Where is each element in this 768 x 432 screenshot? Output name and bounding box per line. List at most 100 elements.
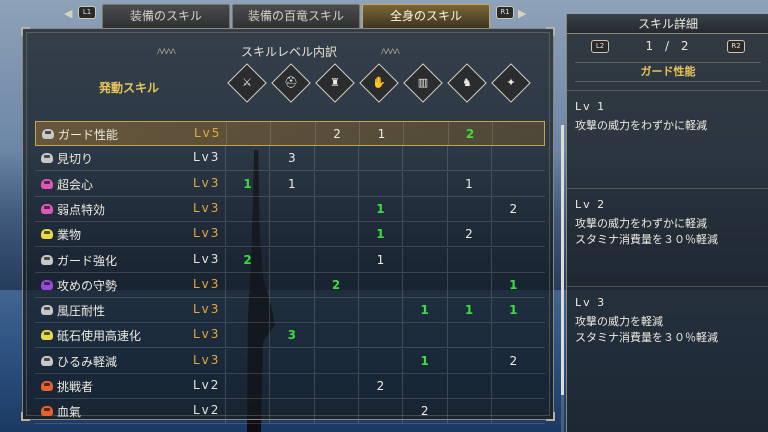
level-desc-line: スタミナ消費量を３０％軽減 [575, 331, 718, 344]
tab-right-arrow-icon[interactable]: ▶ [518, 7, 526, 20]
skill-row[interactable]: ガード性能 Lv5 2 1 2 [35, 121, 545, 146]
tab-left-arrow-icon[interactable]: ◀ [64, 7, 72, 20]
detail-pager: L2 1 / 2 R2 [567, 38, 768, 56]
skill-cell-helm: 1 [269, 171, 313, 196]
skill-icon [41, 254, 53, 265]
skill-level: Lv3 [193, 200, 221, 215]
level-desc-line: 攻撃の威力をわずかに軽減 [575, 119, 707, 132]
skill-cell-chest [313, 171, 358, 196]
level-title: Lv 1 [575, 100, 607, 113]
skill-cell-arms: 1 [357, 222, 402, 247]
scrollbar[interactable] [561, 125, 564, 432]
skill-name: 攻めの守勢 [57, 278, 118, 293]
l1-button-icon[interactable]: L1 [78, 6, 96, 19]
skill-cell-helm [269, 196, 313, 221]
talisman-icon: ✦ [491, 63, 531, 103]
skill-cell-talisman [490, 171, 535, 196]
skill-cell-talisman [491, 122, 536, 146]
arms-icon: ✋ [359, 63, 399, 103]
l2-button-icon[interactable]: L2 [591, 40, 609, 53]
skill-level: Lv3 [193, 251, 221, 266]
skill-row[interactable]: ひるみ軽減 Lv3 1 2 [35, 348, 545, 374]
skill-cell-arms: 1 [357, 247, 402, 272]
level-3-block: Lv 3 攻撃の威力を軽減 スタミナ消費量を３０％軽減 [575, 296, 761, 346]
skill-icon [42, 129, 54, 139]
skill-cell-chest: 2 [313, 272, 358, 297]
skill-row[interactable]: 弱点特効 Lv3 1 2 [35, 196, 545, 222]
skill-cell-helm [269, 399, 313, 424]
skill-icon [41, 203, 53, 214]
level-desc-line: 攻撃の威力を軽減 [575, 315, 663, 328]
level-desc-line: スタミナ消費量を３０％軽減 [575, 233, 718, 246]
skill-cell-waist: 1 [402, 298, 446, 323]
skill-level: Lv3 [193, 276, 221, 291]
skill-cell-legs: 1 [446, 171, 491, 196]
skill-cell-legs [446, 247, 491, 272]
skill-row[interactable]: 挑戦者 Lv2 2 [35, 374, 545, 399]
detail-header: スキル詳細 [567, 14, 768, 34]
skill-row[interactable]: 砥石使用高速化 Lv3 3 [35, 323, 545, 349]
skill-cell-weapon [225, 374, 269, 398]
skill-cell-helm: 3 [269, 323, 313, 348]
skill-cell-waist [402, 272, 446, 297]
skill-row[interactable]: 業物 Lv3 1 2 [35, 222, 545, 248]
skill-name: 業物 [57, 228, 82, 243]
skill-cell-chest [313, 247, 358, 272]
skill-cell-talisman: 2 [490, 348, 535, 373]
skill-level: Lv3 [193, 352, 221, 367]
skill-row[interactable]: 超会心 Lv3 1 1 1 [35, 171, 545, 197]
scrollbar-thumb[interactable] [561, 125, 564, 395]
skill-icon [41, 406, 53, 417]
skill-cell-arms: 2 [357, 374, 402, 398]
skill-row[interactable]: 見切り Lv3 3 [35, 146, 545, 172]
skill-cell-helm [269, 298, 313, 323]
skill-row[interactable]: 攻めの守勢 Lv3 2 1 [35, 272, 545, 298]
level-title: Lv 3 [575, 296, 607, 309]
skill-cell-legs: 1 [446, 298, 491, 323]
skill-icon [41, 178, 53, 189]
skill-cell-talisman [490, 222, 535, 247]
skill-cell-legs: 2 [447, 122, 492, 146]
tab-rampage-skills[interactable]: 装備の百竜スキル [232, 4, 360, 28]
skill-name: ガード性能 [58, 128, 119, 142]
skill-level: Lv5 [194, 126, 222, 140]
skill-cell-waist [402, 222, 446, 247]
tab-equipment-skills[interactable]: 装備のスキル [102, 4, 230, 28]
skill-cell-weapon [225, 196, 269, 221]
skill-level: Lv3 [193, 302, 221, 317]
skill-cell-weapon [225, 399, 269, 424]
skill-cell-arms [357, 348, 402, 373]
skill-cell-weapon [225, 348, 269, 373]
skill-cell-legs [446, 374, 491, 398]
skill-name: ひるみ軽減 [57, 354, 118, 369]
skill-cell-waist [402, 171, 446, 196]
skill-breakdown-panel: ᐱᐱᐱᐱ スキルレベル内訳 ᐱᐱᐱᐱ 発動スキル ⚔ ⛑ ♜ ✋ ▥ ♞ ✦ ガ… [21, 27, 564, 432]
level-title: Lv 2 [575, 198, 607, 211]
page-indicator: 1 / 2 [645, 39, 693, 53]
skill-icon [41, 330, 53, 341]
skill-name: 風圧耐性 [57, 304, 106, 319]
skill-cell-chest [313, 399, 358, 424]
skill-name: 挑戦者 [57, 380, 94, 394]
skill-cell-arms: 1 [357, 196, 402, 221]
skill-cell-waist [402, 323, 446, 348]
skill-name: 血氣 [57, 405, 82, 420]
skill-cell-helm [269, 374, 313, 398]
skill-cell-arms [357, 146, 402, 171]
tab-full-body-skills[interactable]: 全身のスキル [362, 4, 490, 28]
skill-row[interactable]: 血氣 Lv2 2 [35, 399, 545, 425]
skill-cell-waist [402, 196, 446, 221]
skill-cell-helm [269, 222, 313, 247]
skill-row[interactable]: 風圧耐性 Lv3 1 1 1 [35, 298, 545, 324]
skill-cell-arms [357, 399, 402, 424]
skill-row[interactable]: ガード強化 Lv3 2 1 [35, 247, 545, 273]
skill-cell-helm [270, 122, 314, 146]
skill-cell-legs [446, 272, 491, 297]
r1-button-icon[interactable]: R1 [496, 6, 514, 19]
skill-cell-weapon [225, 323, 269, 348]
r2-button-icon[interactable]: R2 [727, 40, 745, 53]
level-2-block: Lv 2 攻撃の威力をわずかに軽減 スタミナ消費量を３０％軽減 [575, 198, 761, 248]
skill-cell-arms [357, 298, 402, 323]
level-1-block: Lv 1 攻撃の威力をわずかに軽減 [575, 100, 761, 134]
skill-name: ガード強化 [57, 253, 118, 268]
